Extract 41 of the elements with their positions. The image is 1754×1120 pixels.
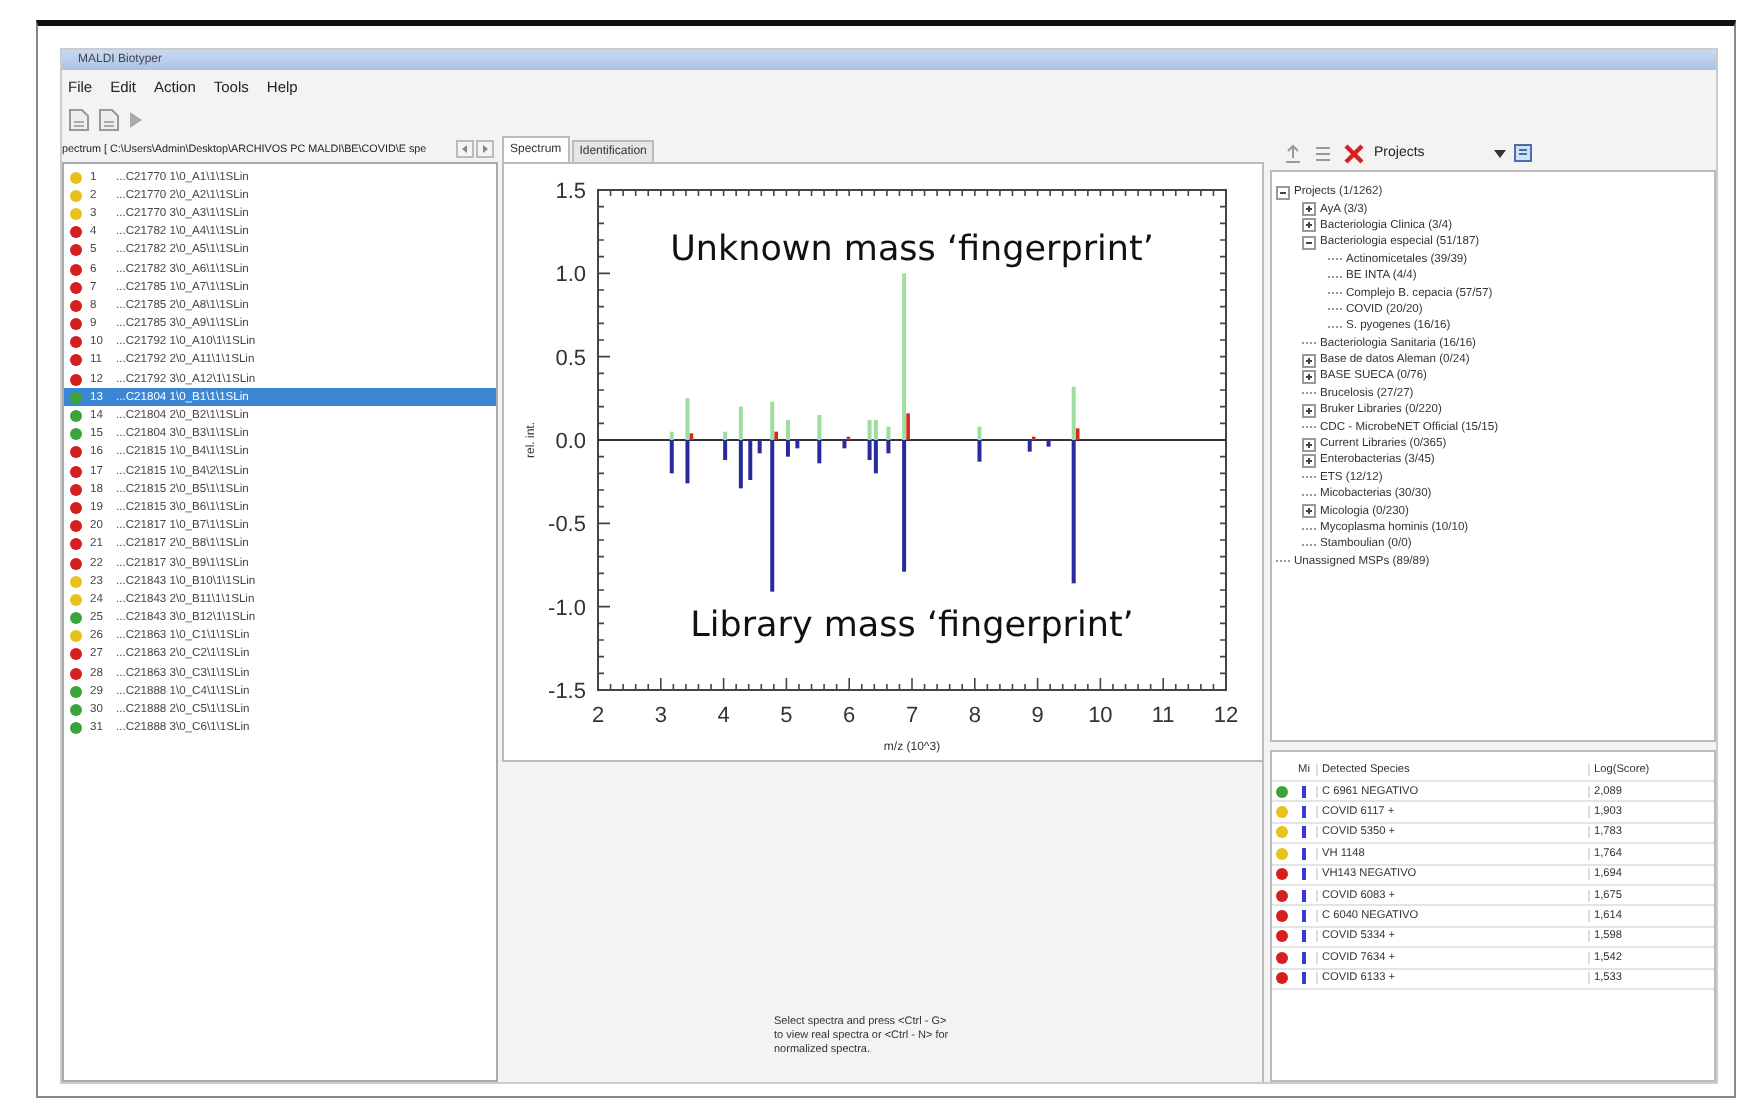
x-tick-label: 4 (716, 704, 729, 728)
x-tick-label: 11 (1150, 704, 1174, 728)
y-tick-label: 1.5 (554, 180, 585, 204)
scroll-left-icon[interactable] (456, 140, 474, 158)
x-tick-label: 5 (779, 704, 792, 728)
upload-icon[interactable] (1282, 142, 1304, 164)
chart-annotation: Unknown mass ‘fingerprint’ (669, 230, 1153, 270)
y-tick-label: 1.0 (554, 263, 585, 288)
plus-box-icon[interactable] (1302, 403, 1316, 418)
plus-box-icon[interactable] (1302, 453, 1316, 468)
list-icon[interactable] (1312, 142, 1334, 164)
x-tick-label: 12 (1212, 704, 1238, 728)
spectrum-peak (747, 440, 752, 480)
x-tick-label: 3 (653, 704, 666, 728)
minus-box-icon[interactable] (1302, 235, 1316, 250)
x-tick-label: 10 (1087, 704, 1112, 728)
y-tick-label: -1.5 (547, 680, 585, 704)
x-tick-label: 6 (842, 704, 855, 728)
y-tick-label: -0.5 (547, 513, 585, 538)
spectrum-peak (1045, 440, 1050, 447)
y-tick-label: -1.0 (547, 596, 585, 621)
plus-box-icon[interactable] (1302, 437, 1316, 452)
x-tick-label: 9 (1030, 704, 1043, 728)
x-tick-label: 2 (590, 704, 604, 728)
delete-icon[interactable] (1342, 141, 1366, 165)
document-icon[interactable] (68, 108, 90, 132)
y-tick-label: 0.0 (554, 430, 585, 454)
plus-box-icon[interactable] (1302, 504, 1316, 519)
scroll-right-icon[interactable] (476, 140, 494, 158)
plus-box-icon[interactable] (1302, 353, 1316, 368)
y-tick-label: 0.5 (554, 346, 585, 371)
properties-icon[interactable] (1514, 144, 1532, 162)
chart-annotation: Library mass ‘fingerprint’ (689, 606, 1133, 646)
plus-box-icon[interactable] (1302, 202, 1316, 217)
minus-box-icon[interactable] (1276, 185, 1290, 200)
plus-box-icon[interactable] (1302, 218, 1316, 233)
x-tick-label: 8 (967, 704, 980, 728)
caret-icon[interactable] (1494, 149, 1506, 157)
plus-box-icon[interactable] (1302, 369, 1316, 384)
x-tick-label: 7 (904, 704, 918, 728)
document-icon[interactable] (98, 108, 120, 132)
